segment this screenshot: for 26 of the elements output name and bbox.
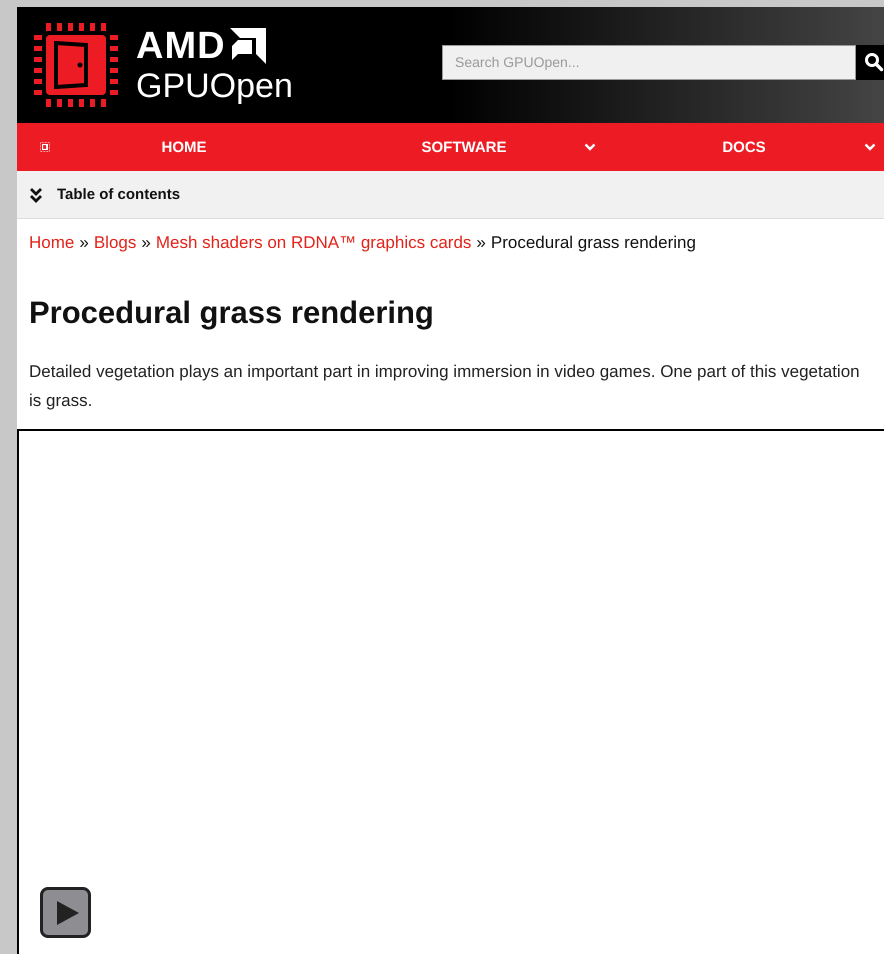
search-button[interactable] xyxy=(856,44,884,80)
nav-link[interactable]: HOME xyxy=(44,123,324,171)
breadcrumb-separator: » xyxy=(141,233,151,253)
brand-subtitle: GPUOpen xyxy=(136,69,293,103)
chip-icon[interactable] xyxy=(39,139,51,155)
chevron-down-icon xyxy=(864,143,876,151)
breadcrumb-separator: » xyxy=(79,233,89,253)
breadcrumb-link[interactable]: Mesh shaders on RDNA™ graphics cards xyxy=(156,233,472,253)
breadcrumb-link[interactable]: Home xyxy=(29,233,74,253)
search-icon xyxy=(864,52,884,72)
chip-logo-icon[interactable] xyxy=(34,23,118,107)
arrow-logo-icon xyxy=(230,28,266,64)
play-icon xyxy=(54,898,80,926)
breadcrumb-current: Procedural grass rendering xyxy=(490,233,696,253)
article-title: Procedural grass rendering xyxy=(29,295,435,331)
article-intro: Detailed vegetation plays an important part in improving immersion in video games. One part of this vegetation is grass. xyxy=(29,361,861,412)
double-chevron-down-icon[interactable] xyxy=(29,186,43,202)
nav-link[interactable]: SOFTWARE xyxy=(324,123,604,171)
brand-name: AMD xyxy=(136,27,226,65)
breadcrumb-link[interactable]: Blogs xyxy=(94,233,136,253)
toc-toggle[interactable]: Table of contents xyxy=(57,186,180,203)
play-button[interactable] xyxy=(40,887,91,938)
breadcrumb-separator: » xyxy=(476,233,486,253)
chevron-down-icon xyxy=(584,143,596,151)
nav-link[interactable]: DOCS xyxy=(604,123,884,171)
search-field[interactable]: Search GPUOpen... xyxy=(442,44,856,80)
